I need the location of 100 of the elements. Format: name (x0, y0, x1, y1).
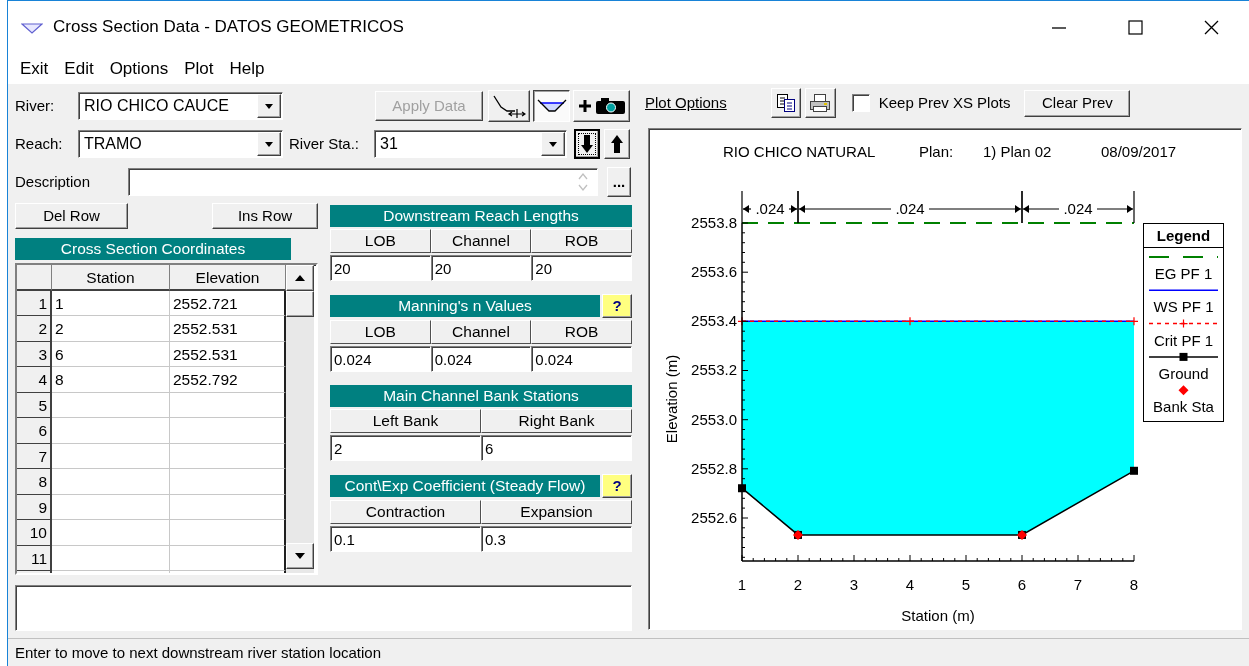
axis-tick-label: 3 (849, 576, 859, 593)
add-camera-icon (576, 96, 627, 116)
dropdown[interactable]: RIO CHICO CAUCE (78, 92, 283, 120)
plus-marker (1129, 316, 1139, 326)
row-button[interactable]: Ins Row (212, 203, 318, 229)
plot-header-text: 08/09/2017 (1101, 143, 1177, 160)
scroll-down-button[interactable] (286, 543, 314, 569)
row-number: 11 (17, 545, 52, 571)
input-field[interactable]: 20 (330, 255, 431, 281)
window-title: Cross Section Data - DATOS GEOMETRICOS (53, 17, 404, 38)
column-header: Left Bank (330, 409, 481, 433)
table-title: Cont\Exp Coefficient (Steady Flow) (330, 475, 600, 497)
print-button[interactable] (804, 88, 836, 118)
legend-label: Ground (1158, 364, 1209, 382)
row-number: 2 (17, 316, 52, 342)
plot-header-text: RIO CHICO NATURAL (723, 143, 876, 160)
checkbox-label: Keep Prev XS Plots (878, 94, 1011, 112)
table-title: Manning's n Values (330, 295, 600, 317)
notes-field[interactable] (15, 585, 632, 631)
legend-label: WS PF 1 (1153, 298, 1214, 316)
column-header: ROB (531, 229, 632, 253)
scroll-up-button[interactable] (286, 265, 314, 291)
input-field[interactable]: 2 (330, 435, 481, 461)
plus-marker (905, 316, 915, 326)
description-field[interactable] (128, 168, 598, 196)
n-value-label: .024 (755, 200, 785, 217)
legend-swatch (1148, 319, 1219, 329)
plot-options-link[interactable]: Plot Options (645, 94, 727, 112)
axis-tick-label: 2 (793, 576, 803, 593)
column-header: Channel (430, 229, 532, 253)
table-title: Cross Section Coordinates (15, 238, 291, 260)
caret-icon (263, 139, 275, 149)
cross-section-icon (536, 98, 567, 114)
axis-tick-label: 2553.4 (691, 312, 737, 330)
caret-icon (263, 101, 275, 111)
plot-header-text: 1) Plan 02 (983, 143, 1052, 160)
table-title: Main Channel Bank Stations (330, 385, 632, 407)
toolbar-button[interactable] (533, 90, 570, 122)
input-field[interactable]: 6 (481, 435, 632, 461)
input-field[interactable]: 20 (531, 255, 632, 281)
dimension-arrow (1096, 205, 1134, 213)
input-field[interactable]: 0.024 (531, 346, 632, 372)
axis-tick-label: 2552.6 (691, 509, 737, 526)
app-icon (21, 21, 43, 34)
input-field[interactable]: 20 (430, 255, 532, 281)
legend-label: Bank Sta (1153, 398, 1214, 416)
help-button[interactable]: ? (602, 294, 632, 318)
n-value-label: .024 (895, 200, 925, 217)
menu-item[interactable]: Edit (56, 58, 102, 80)
arrow-up-icon (610, 134, 624, 154)
row-number: 6 (17, 418, 52, 444)
row-number: 5 (17, 392, 52, 418)
maximize-icon (1127, 20, 1143, 35)
column-header: Right Bank (481, 409, 632, 433)
help-button[interactable]: ? (602, 474, 632, 498)
input-field[interactable]: 0.024 (430, 346, 532, 372)
checkbox[interactable] (851, 94, 870, 112)
row-number: 4 (17, 367, 52, 393)
station-nav-button[interactable] (574, 129, 600, 159)
n-value-label: .024 (1063, 200, 1093, 217)
spin-arrows-icon (577, 171, 589, 193)
close-icon (1203, 20, 1219, 35)
field-label: River Sta.: (289, 135, 361, 153)
scrollbar-thumb[interactable] (286, 291, 314, 317)
column-header: Elevation (170, 265, 286, 291)
input-field[interactable]: 0.1 (330, 526, 481, 552)
column-header: Channel (430, 320, 532, 344)
legend-label: Crit PF 1 (1153, 331, 1214, 349)
dropdown[interactable]: TRAMO (78, 130, 283, 158)
menu-item[interactable]: Help (221, 58, 273, 80)
axis-tick-label: 6 (1017, 576, 1027, 593)
arrow-down-icon (295, 553, 305, 559)
axis-title: Station (m) (901, 607, 975, 624)
plot-header-text: Plan: (919, 143, 954, 160)
dropdown[interactable]: 31 (374, 130, 567, 158)
legend-swatch (1148, 352, 1219, 361)
axis-tick-label: 5 (961, 576, 971, 593)
menu-item[interactable]: Options (101, 58, 177, 80)
field-label: Description (15, 173, 92, 191)
clear-button[interactable]: Clear Prev (1024, 89, 1131, 117)
more-button[interactable]: ... (607, 167, 631, 197)
axis-tick-label: 2552.8 (691, 459, 737, 477)
axis-title: Elevation (m) (663, 354, 680, 444)
row-number: 1 (17, 290, 52, 316)
menu-item[interactable]: Exit (12, 58, 57, 80)
copy-icon (775, 93, 796, 113)
column-header: LOB (330, 320, 431, 344)
square-marker (793, 529, 803, 540)
caret-icon (547, 139, 559, 149)
row-button[interactable]: Del Row (15, 203, 128, 229)
column-header: ROB (531, 320, 632, 344)
table-cell: 6 (52, 341, 170, 367)
table-cell: 1 (52, 290, 170, 316)
legend-title: Legend (1156, 227, 1211, 244)
input-field[interactable]: 0.3 (481, 526, 632, 552)
copy-button[interactable] (770, 88, 801, 118)
menu-item[interactable]: Plot (176, 58, 222, 80)
profile-edit-icon (492, 94, 526, 118)
printer-icon (809, 93, 832, 113)
input-field[interactable]: 0.024 (330, 346, 431, 372)
